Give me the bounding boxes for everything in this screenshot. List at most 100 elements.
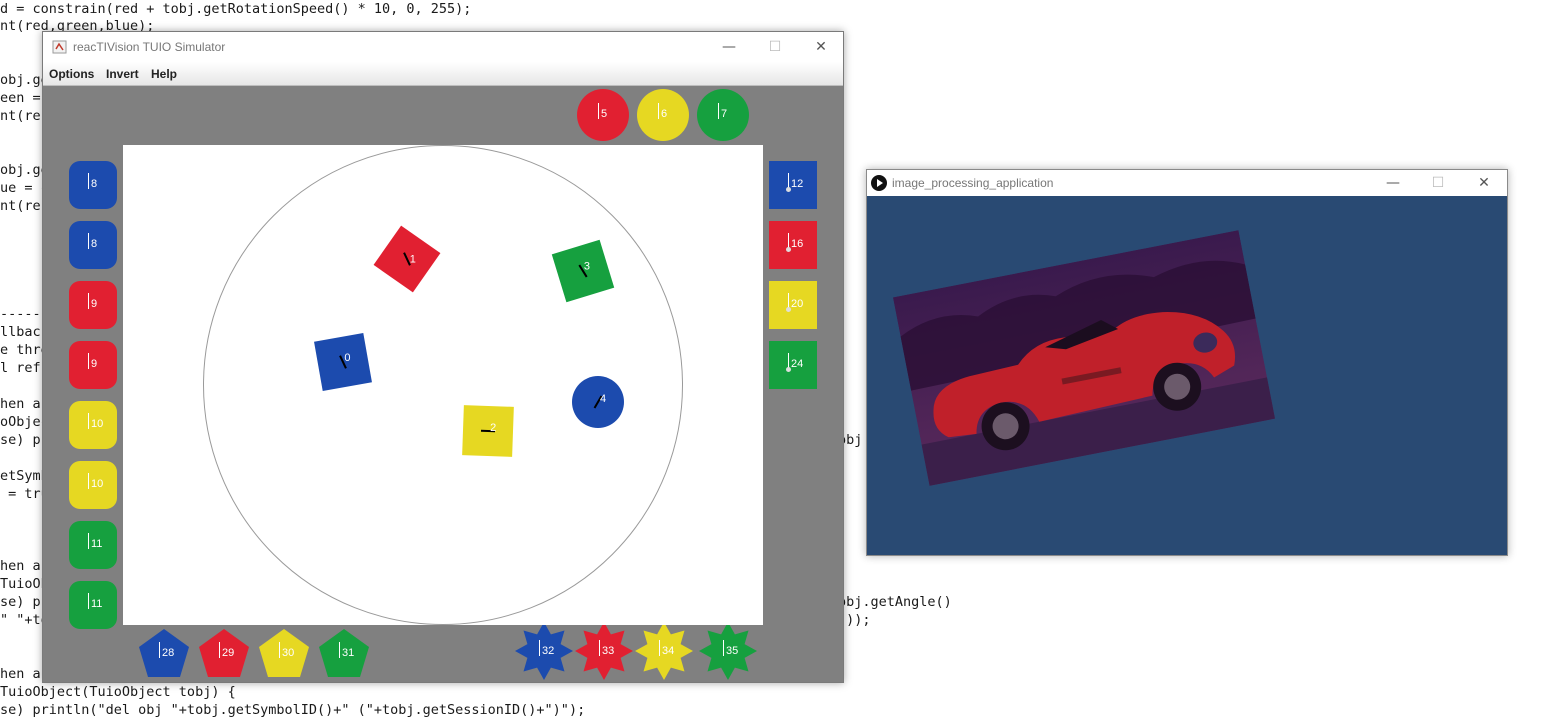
palette-circle-object[interactable]: 5 [577, 89, 629, 141]
palette-star-object[interactable]: 34 [635, 622, 693, 680]
fiducial-id-label: 33 [602, 645, 615, 657]
fiducial-id-label: 29 [222, 647, 235, 659]
palette-square-object[interactable]: 16 [769, 221, 817, 269]
palette-rounded-object[interactable]: 10 [69, 401, 117, 449]
palette-square-object[interactable]: 24 [769, 341, 817, 389]
fiducial-id-label: 4 [600, 393, 607, 405]
orientation-tick [539, 640, 540, 656]
code-line: een = [0, 90, 41, 106]
orientation-tick [88, 353, 89, 369]
simulator-menubar: Options Invert Help [43, 62, 843, 86]
simulator-title: reacTIVision TUIO Simulator [73, 40, 226, 54]
orientation-tick [88, 233, 89, 249]
code-line: nt(re [0, 198, 41, 214]
palette-star-object[interactable]: 33 [575, 622, 633, 680]
tuio-simulator-window: reacTIVision TUIO Simulator — ☐ ✕ Option… [42, 31, 844, 683]
fiducial-id-label: 31 [342, 647, 355, 659]
fiducial-id-label: 9 [91, 358, 98, 370]
image-maximize-button[interactable]: ☐ [1415, 170, 1461, 196]
orientation-tick [88, 473, 89, 489]
code-line: d = constrain(red + tobj.getRotationSpee… [0, 1, 472, 17]
orientation-tick [598, 103, 599, 119]
image-processing-window: image_processing_application — ☐ ✕ [866, 169, 1508, 556]
palette-rounded-object[interactable]: 9 [69, 281, 117, 329]
fiducial-id-label: 35 [726, 645, 739, 657]
palette-pentagon-object[interactable]: 31 [318, 628, 370, 678]
image-minimize-button[interactable]: — [1370, 170, 1416, 196]
palette-square-object[interactable]: 12 [769, 161, 817, 209]
palette-rounded-object[interactable]: 8 [69, 221, 117, 269]
orientation-tick [88, 173, 89, 189]
fiducial-id-label: 3 [583, 260, 591, 273]
fiducial-id-label: 10 [91, 418, 104, 430]
orientation-tick [159, 642, 160, 658]
orientation-tick [658, 103, 659, 119]
fiducial-id-label: 5 [601, 108, 608, 120]
fiducial-id-label: 9 [91, 298, 98, 310]
fiducial-id-label: 32 [542, 645, 555, 657]
palette-rounded-object[interactable]: 10 [69, 461, 117, 509]
fiducial-id-label: 0 [344, 352, 351, 365]
table-surface[interactable]: 0 1 2 3 4 [123, 145, 763, 625]
palette-rounded-object[interactable]: 8 [69, 161, 117, 209]
palette-star-object[interactable]: 32 [515, 622, 573, 680]
orientation-tick [88, 533, 89, 549]
fiducial-id-label: 8 [91, 178, 98, 190]
menu-help[interactable]: Help [151, 67, 177, 81]
menu-options[interactable]: Options [49, 67, 94, 81]
fiducial-id-label: 28 [162, 647, 175, 659]
orientation-tick [88, 413, 89, 429]
image-close-button[interactable]: ✕ [1461, 170, 1507, 196]
fiducial-id-label: 30 [282, 647, 295, 659]
fiducial-id-label: 16 [791, 238, 804, 250]
orientation-tick [599, 640, 600, 656]
code-line-right: obj.getAngle() [838, 594, 952, 610]
palette-rounded-object[interactable]: 9 [69, 341, 117, 389]
table-square-object[interactable]: 0 [314, 333, 372, 391]
fiducial-id-label: 34 [662, 645, 675, 657]
orientation-tick [723, 640, 724, 656]
fiducial-id-label: 20 [791, 298, 804, 310]
fiducial-id-label: 1 [409, 253, 416, 266]
fiducial-id-label: 12 [791, 178, 804, 190]
fiducial-id-label: 11 [91, 598, 103, 610]
palette-circle-object[interactable]: 7 [697, 89, 749, 141]
palette-pentagon-object[interactable]: 30 [258, 628, 310, 678]
code-line: nt(re [0, 108, 41, 124]
orientation-tick [88, 293, 89, 309]
fiducial-id-label: 7 [721, 108, 728, 120]
car-photo [892, 230, 1276, 486]
image-window-title: image_processing_application [892, 176, 1054, 190]
fiducial-id-label: 10 [91, 478, 104, 490]
image-window-titlebar[interactable]: image_processing_application — ☐ ✕ [867, 170, 1507, 196]
fiducial-id-label: 6 [661, 108, 668, 120]
orientation-tick [88, 593, 89, 609]
palette-square-object[interactable]: 20 [769, 281, 817, 329]
minimize-button[interactable]: — [706, 32, 752, 62]
processing-canvas[interactable] [867, 196, 1507, 555]
table-circle-object[interactable]: 4 [572, 376, 624, 428]
close-button[interactable]: ✕ [798, 32, 844, 62]
code-line: TuioObject(TuioObject tobj) { [0, 684, 236, 700]
palette-star-object[interactable]: 35 [699, 622, 757, 680]
simulator-titlebar[interactable]: reacTIVision TUIO Simulator — ☐ ✕ [43, 32, 843, 62]
fiducial-id-label: 2 [490, 422, 497, 435]
orientation-tick [219, 642, 220, 658]
java-app-icon [52, 40, 67, 54]
menu-invert[interactable]: Invert [106, 67, 139, 81]
code-line: se) println("del obj "+tobj.getSymbolID(… [0, 702, 586, 718]
palette-pentagon-object[interactable]: 29 [198, 628, 250, 678]
palette-rounded-object[interactable]: 11 [69, 581, 117, 629]
palette-circle-object[interactable]: 6 [637, 89, 689, 141]
palette-pentagon-object[interactable]: 28 [138, 628, 190, 678]
orientation-tick [718, 103, 719, 119]
palette-rounded-object[interactable]: 11 [69, 521, 117, 569]
fiducial-id-label: 8 [91, 238, 98, 250]
orientation-tick [659, 640, 660, 656]
fiducial-id-label: 11 [91, 538, 103, 550]
table-square-object[interactable]: 2 [462, 405, 514, 457]
processing-app-icon [871, 175, 887, 191]
maximize-button[interactable]: ☐ [752, 32, 798, 62]
orientation-tick [279, 642, 280, 658]
fiducial-id-label: 24 [791, 358, 804, 370]
